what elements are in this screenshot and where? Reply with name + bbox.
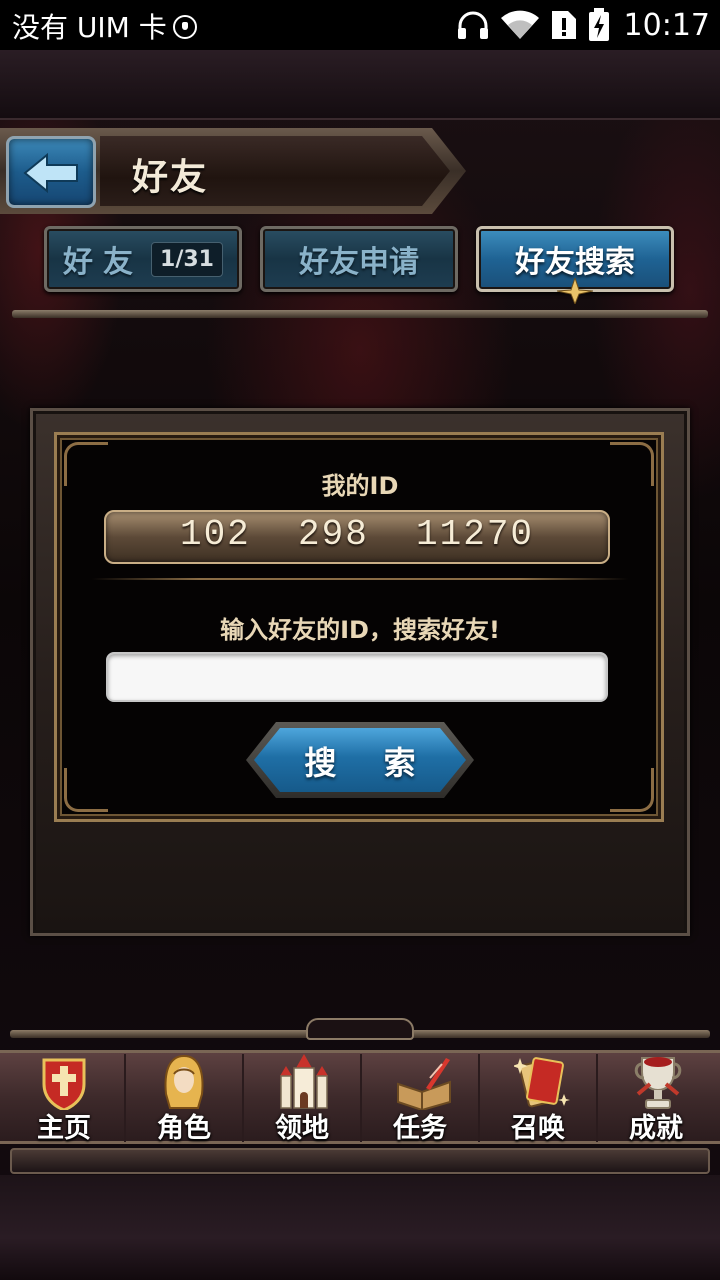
tab-friend-requests-label: 好友申请 [299,245,419,280]
tabs-divider [12,310,708,318]
nav-home[interactable]: 主页 [6,1054,122,1144]
my-id-value: 102 298 11270 [179,514,535,555]
back-arrow-icon [23,152,78,194]
nav-ornament-icon [306,1018,414,1040]
active-tab-marker-icon [557,278,593,304]
quest-book-icon [397,1058,451,1110]
bottom-decor-band [0,1175,720,1280]
nav-character[interactable]: 角色 [124,1054,240,1144]
nav-quests-label: 任务 [393,1113,447,1144]
top-decor-band [0,50,720,120]
tab-friends-label: 好友 [63,245,144,280]
summon-card-icon [514,1057,570,1108]
battery-charging-icon [588,8,609,41]
wifi-icon [500,10,539,39]
carrier-status: 没有 UIM 卡 [12,6,197,46]
search-button-label: 搜 索 [304,744,434,782]
hooded-character-icon [164,1054,204,1109]
sim-alert-icon [551,11,576,39]
page-title: 好友 [132,157,209,198]
nav-achievements[interactable]: 成就 [596,1054,712,1144]
back-button[interactable] [6,136,96,208]
nav-character-label: 角色 [157,1113,211,1144]
carrier-text: 没有 UIM 卡 [12,11,167,44]
trophy-icon [634,1057,682,1109]
headphones-icon [457,11,488,39]
shield-status-icon [172,15,197,39]
nav-territory[interactable]: 领地 [242,1054,358,1144]
castle-icon [280,1054,328,1109]
status-bar: 没有 UIM 卡 10:17 [0,0,720,50]
nav-summon-label: 召唤 [511,1113,565,1144]
tab-friend-requests[interactable]: 好友申请 [260,226,458,292]
nav-territory-label: 领地 [275,1113,329,1144]
nav-achievements-label: 成就 [629,1113,683,1144]
panel-divider [92,578,628,580]
status-icons: 10:17 [456,4,710,46]
clock: 10:17 [623,7,710,43]
friend-count-badge: 1/31 [151,241,223,277]
tab-friend-search-label: 好友搜索 [515,245,635,280]
tab-friends[interactable]: 好友 1/31 [44,226,242,292]
nav-summon[interactable]: 召唤 [478,1054,594,1144]
ornament-corner-icon [64,768,108,812]
friend-id-input[interactable] [106,652,608,702]
nav-bottom-rule [10,1148,710,1174]
search-prompt: 输入好友的ID，搜索好友! [220,616,500,644]
ornament-corner-icon [610,768,654,812]
nav-quests[interactable]: 任务 [360,1054,476,1144]
nav-home-label: 主页 [37,1113,91,1144]
my-id-label: 我的ID [321,472,399,500]
shield-cross-icon [42,1058,86,1110]
